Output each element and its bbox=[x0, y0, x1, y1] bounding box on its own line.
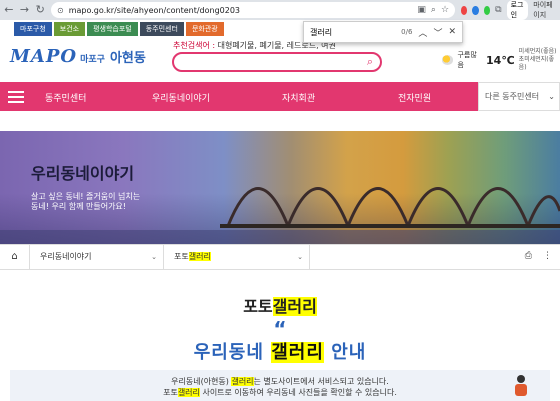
breadcrumb: ⌂ 우리동네이야기 ⌄ 포토갤러리 ⌄ ⎙ ⋮ bbox=[0, 244, 560, 270]
site-tabs: 마포구청 보건소 평생학습포털 동주민센터 문화관광 bbox=[0, 22, 560, 38]
banner-title: 우리동네이야기 bbox=[31, 164, 135, 183]
address-bar[interactable]: ⊙ mapo.go.kr/site/ahyeon/content/dong020… bbox=[51, 2, 456, 18]
search-input[interactable]: ⌕ bbox=[172, 52, 382, 72]
menu-icon[interactable] bbox=[8, 88, 24, 106]
recommend-label: 추천검색어 : bbox=[173, 41, 216, 50]
site-tab[interactable]: 평생학습포털 bbox=[87, 22, 138, 36]
page-title-prefix: 포토 bbox=[243, 297, 273, 316]
banner-subtitle-line1: 살고 싶은 동네! 즐거움이 넘치는 bbox=[31, 192, 141, 201]
mypage-link[interactable]: 마이페이지 bbox=[533, 0, 556, 20]
cloudy-weather-icon bbox=[442, 55, 454, 65]
site-tab[interactable]: 동주민센터 bbox=[139, 22, 184, 36]
info-line2-prefix: 포토 bbox=[163, 388, 178, 397]
breadcrumb-level2-prefix: 포토 bbox=[174, 252, 189, 261]
find-count: 0/6 bbox=[401, 28, 413, 36]
fine-dust: 미세먼지(좋음) bbox=[518, 48, 557, 55]
banner-subtitle: 살고 싶은 동네! 즐거움이 넘치는 동네! 우리 함께 만들어가요! bbox=[31, 192, 171, 212]
info-line2-suffix: 사이트로 이동하여 우리동네 사진들을 확인할 수 있습니다. bbox=[202, 388, 397, 397]
guide-title: 우리동네 갤러리 안내 bbox=[0, 338, 560, 364]
home-icon[interactable]: ⌂ bbox=[0, 245, 30, 269]
other-dong-select[interactable]: 다른 동주민센터 ⌄ bbox=[478, 82, 560, 111]
extension-icon[interactable] bbox=[461, 5, 468, 15]
info-line1: 우리동네(아현동) 갤러리는 별도사이트에서 서비스되고 있습니다. bbox=[10, 376, 550, 387]
browser-toolbar: ← → ↻ ⊙ mapo.go.kr/site/ahyeon/content/d… bbox=[0, 0, 560, 20]
info-line2: 포토갤러리 사이트로 이동하여 우리동네 사진들을 확인할 수 있습니다. bbox=[10, 387, 550, 398]
search-page-icon[interactable]: ⌕ bbox=[431, 5, 436, 15]
guide-title-suffix: 안내 bbox=[331, 342, 367, 363]
quote-mark: “ bbox=[273, 317, 287, 341]
find-prev-icon[interactable]: ︿ bbox=[418, 26, 427, 39]
info-line1-suffix: 는 별도사이트에서 서비스되고 있습니다. bbox=[253, 377, 389, 386]
mapo-logo[interactable]: MAPO 마포구 아현동 bbox=[10, 46, 146, 67]
page-banner: 우리동네이야기 살고 싶은 동네! 즐거움이 넘치는 동네! 우리 함께 만들어… bbox=[0, 131, 560, 244]
breadcrumb-level1-label: 우리동네이야기 bbox=[40, 252, 92, 261]
site-info-icon[interactable]: ⊙ bbox=[57, 6, 64, 15]
forward-icon[interactable]: → bbox=[20, 4, 30, 16]
logo-dong: 아현동 bbox=[109, 51, 146, 66]
weather-condition: 구름많음 bbox=[457, 51, 477, 69]
login-link[interactable]: 로그인 bbox=[506, 0, 529, 20]
url-text[interactable]: mapo.go.kr/site/ahyeon/content/dong0203 bbox=[69, 6, 240, 15]
main-content: 포토갤러리 “ 우리동네 갤러리 안내 우리동네(아현동) 갤러리는 별도사이트… bbox=[0, 293, 560, 401]
logo-gu: 마포구 bbox=[80, 55, 105, 65]
nav-item-autonomy-hall[interactable]: 자치회관 bbox=[282, 91, 315, 104]
print-icon[interactable]: ⎙ bbox=[525, 251, 532, 261]
chevron-down-icon: ⌄ bbox=[297, 253, 303, 261]
guide-title-prefix: 우리동네 bbox=[193, 342, 264, 363]
banner-subtitle-line2: 동네! 우리 함께 만들어가요! bbox=[31, 202, 127, 211]
nav-item-e-civil[interactable]: 전자민원 bbox=[398, 91, 431, 104]
logo-mapo: MAPO bbox=[10, 46, 78, 67]
puzzle-icon[interactable]: ⧉ bbox=[495, 5, 501, 15]
breadcrumb-level2-highlight: 갤러리 bbox=[188, 252, 211, 261]
other-dong-label: 다른 동주민센터 bbox=[485, 92, 540, 101]
breadcrumb-level2[interactable]: 포토갤러리 ⌄ bbox=[164, 245, 310, 269]
bookmark-star-icon[interactable]: ☆ bbox=[441, 5, 449, 15]
temperature: 14℃ bbox=[486, 53, 515, 67]
translate-icon[interactable]: ▣ bbox=[417, 5, 426, 15]
chevron-down-icon: ⌄ bbox=[548, 92, 555, 101]
site-tab[interactable]: 마포구청 bbox=[14, 22, 52, 36]
find-input[interactable]: 갤러리 bbox=[310, 27, 332, 38]
extensions: ⧉ 로그인 마이페이지 bbox=[461, 0, 556, 20]
site-tab[interactable]: 문화관광 bbox=[185, 22, 224, 36]
gallery-info-box: 우리동네(아현동) 갤러리는 별도사이트에서 서비스되고 있습니다. 포토갤러리… bbox=[10, 370, 550, 401]
breadcrumb-level1[interactable]: 우리동네이야기 ⌄ bbox=[30, 245, 164, 269]
page-title-highlight: 갤러리 bbox=[272, 297, 317, 316]
back-icon[interactable]: ← bbox=[4, 4, 14, 16]
share-icon[interactable]: ⋮ bbox=[543, 251, 552, 261]
extension-icon[interactable] bbox=[483, 5, 491, 15]
info-line1-highlight: 갤러리 bbox=[231, 377, 254, 386]
main-nav: 동주민센터 우리동네이야기 자치회관 전자민원 다른 동주민센터 ⌄ bbox=[0, 82, 560, 111]
bridge-illustration bbox=[0, 187, 560, 244]
dust-status: 미세먼지(좋음) 초미세먼지(좋음) bbox=[519, 48, 560, 72]
site-tab[interactable]: 보건소 bbox=[53, 22, 86, 36]
ultrafine-dust: 초미세먼지(좋음) bbox=[518, 56, 555, 71]
nav-item-community-center[interactable]: 동주민센터 bbox=[45, 91, 86, 104]
extension-icon[interactable] bbox=[472, 5, 479, 15]
find-close-icon[interactable]: ✕ bbox=[448, 27, 456, 37]
info-line2-highlight: 갤러리 bbox=[177, 388, 200, 397]
site-header: MAPO 마포구 아현동 추천검색어 : 대형폐기물, 폐기물, 레드로드, 여… bbox=[0, 38, 560, 82]
info-line1-prefix: 우리동네(아현동) bbox=[171, 377, 229, 386]
nav-item-neighborhood-story[interactable]: 우리동네이야기 bbox=[152, 91, 210, 104]
weather-widget: 구름많음 14℃ 미세먼지(좋음) 초미세먼지(좋음) bbox=[442, 48, 560, 72]
guide-title-highlight: 갤러리 bbox=[271, 342, 324, 363]
chevron-down-icon: ⌄ bbox=[151, 253, 157, 261]
find-next-icon[interactable]: ﹀ bbox=[433, 26, 442, 39]
reload-icon[interactable]: ↻ bbox=[35, 4, 45, 16]
search-icon[interactable]: ⌕ bbox=[367, 55, 373, 69]
page-title: 포토갤러리 bbox=[0, 293, 560, 317]
person-illustration-icon bbox=[515, 375, 527, 396]
find-bar: 갤러리 0/6 ︿ ﹀ ✕ bbox=[303, 21, 463, 43]
